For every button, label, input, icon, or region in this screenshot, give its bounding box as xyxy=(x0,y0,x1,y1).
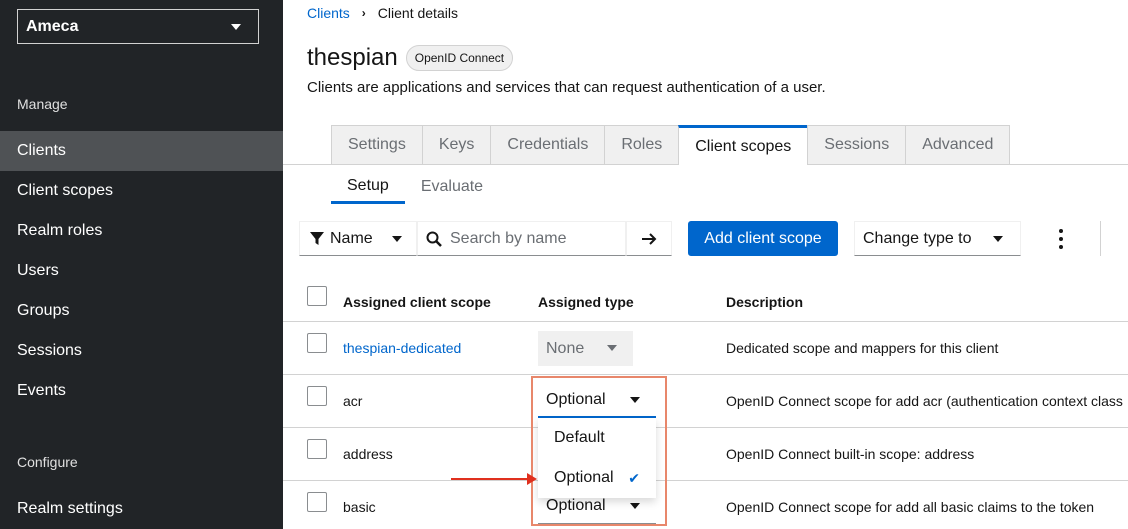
search-field[interactable] xyxy=(417,221,626,256)
manage-section-label: Manage xyxy=(17,96,68,112)
tab-sessions[interactable]: Sessions xyxy=(807,125,906,165)
protocol-badge: OpenID Connect xyxy=(405,45,514,71)
select-all-checkbox[interactable] xyxy=(307,286,327,306)
tab-settings[interactable]: Settings xyxy=(331,125,422,165)
row-divider xyxy=(283,427,1128,428)
search-input[interactable] xyxy=(450,229,620,248)
scope-link[interactable]: thespian-dedicated xyxy=(343,340,461,356)
caret-down-icon xyxy=(231,24,241,30)
search-submit-button[interactable] xyxy=(626,221,672,256)
change-type-select[interactable]: Change type to xyxy=(854,221,1021,256)
chevron-right-icon: › xyxy=(361,6,366,20)
realm-name: Ameca xyxy=(26,17,79,35)
arrow-right-icon xyxy=(642,232,657,245)
sidebar-item-clients[interactable]: Clients xyxy=(0,131,283,171)
filter-icon xyxy=(310,231,324,245)
filter-type-label: Name xyxy=(330,229,373,247)
scope-name: acr xyxy=(343,393,363,409)
scope-name: basic xyxy=(343,499,376,515)
scope-description: OpenID Connect scope for add acr (authen… xyxy=(726,393,1123,409)
breadcrumb: Clients › Client details xyxy=(307,5,458,21)
scope-description: OpenID Connect scope for add all basic c… xyxy=(726,499,1095,515)
sidebar-item-sessions[interactable]: Sessions xyxy=(0,331,283,371)
scope-name: address xyxy=(343,446,393,462)
scope-description: OpenID Connect built-in scope: address xyxy=(726,446,975,462)
tab-advanced[interactable]: Advanced xyxy=(905,125,1011,165)
client-scopes-subtabs: Setup Evaluate xyxy=(331,170,499,204)
tab-client-scopes[interactable]: Client scopes xyxy=(678,125,808,165)
configure-section-label: Configure xyxy=(17,454,78,470)
page-description: Clients are applications and services th… xyxy=(307,79,826,96)
row-divider xyxy=(283,480,1128,481)
sidebar-item-events[interactable]: Events xyxy=(0,371,283,411)
sidebar-item-users[interactable]: Users xyxy=(0,251,283,291)
row-checkbox[interactable] xyxy=(307,492,327,512)
sidebar-item-client-scopes[interactable]: Client scopes xyxy=(0,171,283,211)
tab-credentials[interactable]: Credentials xyxy=(490,125,605,165)
toolbar-divider xyxy=(1100,221,1101,256)
annotation-highlight-box xyxy=(531,376,667,526)
tab-roles[interactable]: Roles xyxy=(604,125,679,165)
sidebar: Ameca Manage Clients Client scopes Realm… xyxy=(0,0,283,529)
assigned-type-select: None xyxy=(538,331,633,366)
caret-down-icon xyxy=(993,236,1003,242)
main-content: Clients › Client details thespian OpenID… xyxy=(283,0,1128,529)
column-header-scope[interactable]: Assigned client scope xyxy=(343,294,491,310)
caret-down-icon xyxy=(392,236,402,242)
row-checkbox[interactable] xyxy=(307,386,327,406)
sidebar-item-groups[interactable]: Groups xyxy=(0,291,283,331)
row-divider xyxy=(283,321,1128,322)
add-client-scope-button[interactable]: Add client scope xyxy=(688,221,838,256)
tab-keys[interactable]: Keys xyxy=(421,125,491,165)
breadcrumb-clients-link[interactable]: Clients xyxy=(307,5,350,21)
client-tabs: Settings Keys Credentials Roles Client s… xyxy=(331,125,1011,165)
row-checkbox[interactable] xyxy=(307,439,327,459)
change-type-label: Change type to xyxy=(863,229,972,247)
sidebar-item-realm-roles[interactable]: Realm roles xyxy=(0,211,283,251)
breadcrumb-current: Client details xyxy=(377,5,458,21)
row-checkbox[interactable] xyxy=(307,333,327,353)
filter-type-select[interactable]: Name xyxy=(299,221,417,256)
kebab-menu-icon[interactable] xyxy=(1056,229,1066,249)
scope-description: Dedicated scope and mappers for this cli… xyxy=(726,340,999,356)
annotation-arrow-head-icon xyxy=(527,473,537,485)
column-header-description: Description xyxy=(726,294,804,310)
row-divider xyxy=(283,374,1128,375)
caret-down-icon xyxy=(607,345,617,351)
annotation-arrow xyxy=(451,478,531,480)
subtab-setup[interactable]: Setup xyxy=(331,170,405,204)
search-icon xyxy=(426,231,442,247)
page-title: thespian OpenID Connect xyxy=(307,44,514,72)
subtab-evaluate[interactable]: Evaluate xyxy=(405,170,499,204)
realm-selector[interactable]: Ameca xyxy=(17,9,259,44)
column-header-type: Assigned type xyxy=(538,294,634,310)
client-name: thespian xyxy=(307,44,398,71)
sidebar-item-realm-settings[interactable]: Realm settings xyxy=(0,489,283,529)
